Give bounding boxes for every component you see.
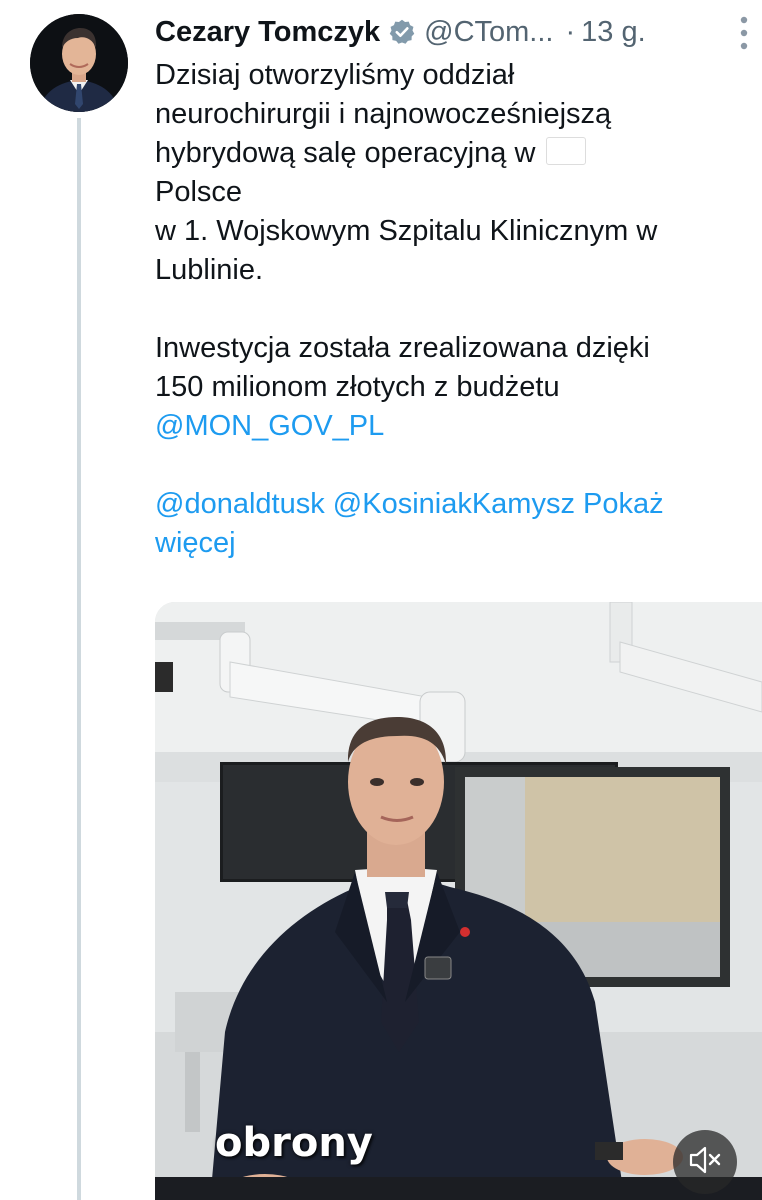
video-frame — [155, 602, 762, 1200]
text-line: Dzisiaj otworzyliśmy oddział — [155, 59, 515, 91]
tweet-header: Cezary Tomczyk @CTom... · 13 g. — [155, 12, 755, 52]
text-line: Lublinie. — [155, 254, 264, 286]
avatar[interactable] — [30, 14, 128, 112]
tweet-text: Dzisiaj otworzyliśmy oddział neurochirur… — [155, 56, 755, 563]
speaker-muted-icon — [688, 1145, 722, 1180]
header-separator: · — [565, 15, 576, 48]
author-handle[interactable]: @CTom... — [424, 16, 553, 49]
thread-line — [77, 118, 81, 1200]
text-line: Inwestycja została zrealizowana dzięki — [155, 332, 650, 364]
show-more-link[interactable]: Pokaż — [583, 488, 664, 520]
author-name[interactable]: Cezary Tomczyk — [155, 16, 380, 49]
text-line: neurochirurgii i najnowocześniejszą — [155, 98, 612, 130]
text-segment: hybrydową salę operacyjną w — [155, 137, 536, 169]
video-caption: obrony — [215, 1120, 373, 1166]
mention-kosiniakkamysz[interactable]: @KosiniakKamysz — [333, 488, 575, 520]
more-options-icon[interactable] — [740, 16, 748, 50]
show-more-link-continued[interactable]: więcej — [155, 527, 236, 559]
unmute-button[interactable] — [673, 1130, 737, 1194]
verified-badge-icon — [388, 18, 416, 46]
text-line: w 1. Wojskowym Szpitalu Klinicznym w — [155, 215, 658, 247]
tweet-timestamp[interactable]: 13 g. — [581, 16, 646, 49]
tweet[interactable]: Cezary Tomczyk @CTom... · 13 g. Dzisiaj … — [0, 0, 762, 1200]
text-line: 150 milionom złotych z budżetu — [155, 371, 560, 403]
poland-flag-icon — [545, 137, 586, 165]
mention-mon-gov-pl[interactable]: @MON_GOV_PL — [155, 410, 384, 442]
text-line: hybrydową salę operacyjną w — [155, 134, 755, 173]
video-player[interactable]: obrony — [155, 602, 762, 1200]
mention-donaldtusk[interactable]: @donaldtusk — [155, 488, 325, 520]
text-segment: Polsce — [155, 176, 243, 208]
